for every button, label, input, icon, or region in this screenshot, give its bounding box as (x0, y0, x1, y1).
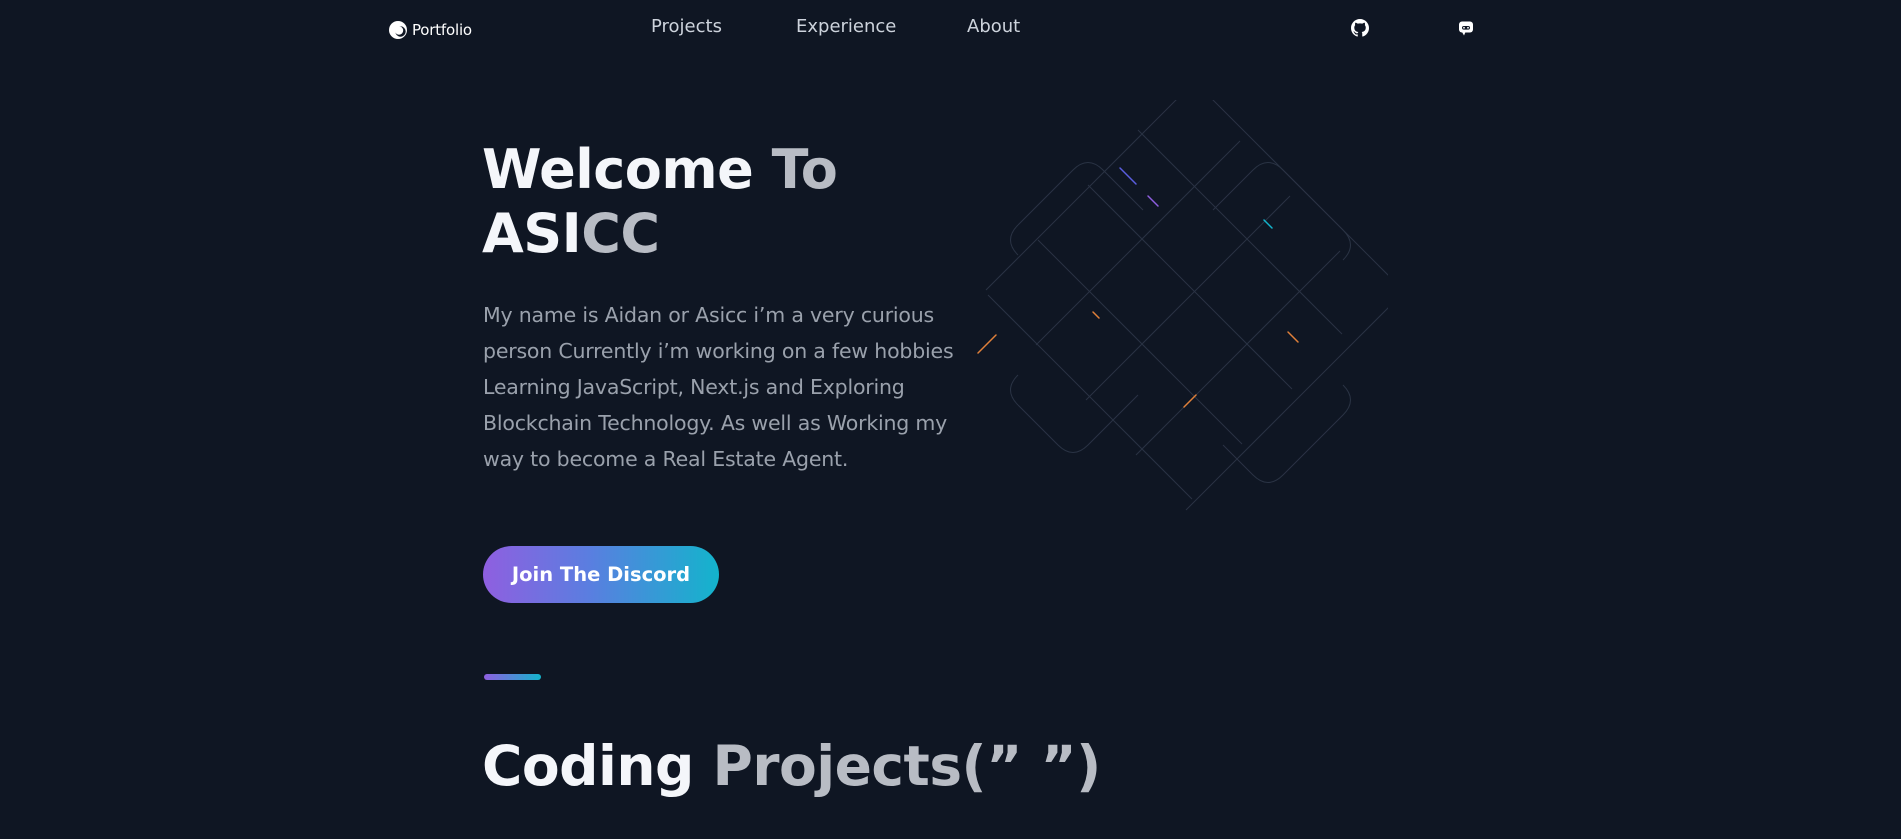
hero-title-name-part1: ASI (482, 202, 582, 265)
discord-icon[interactable] (1457, 19, 1475, 37)
nav-link-experience[interactable]: Experience (796, 16, 896, 37)
grid-lines-graphic-icon (977, 100, 1388, 511)
coding-projects-heading: Coding Projects(” ”) (482, 732, 1101, 800)
site-header: Portfolio Projects Experience About (0, 0, 1901, 56)
hero-description: My name is Aidan or Asicc i’m a very cur… (483, 303, 954, 471)
section-title-word-projects: Projects(” ”) (712, 734, 1102, 798)
hero-title-word-welcome: Welcome (482, 138, 772, 201)
logo-link[interactable]: Portfolio (388, 20, 472, 40)
join-discord-button[interactable]: Join The Discord (483, 546, 719, 603)
hero-title-name-part2: CC (581, 202, 660, 265)
github-icon[interactable] (1351, 19, 1369, 37)
hero-title: Welcome To ASICC (482, 138, 982, 266)
nav-link-about[interactable]: About (967, 16, 1020, 37)
logo-label: Portfolio (412, 21, 472, 39)
section-title-word-coding: Coding (482, 734, 713, 798)
section-accent-bar (484, 674, 541, 680)
nav-link-projects[interactable]: Projects (651, 16, 722, 37)
portfolio-logo-icon (389, 21, 407, 39)
hero-title-word-to: To (771, 138, 838, 201)
